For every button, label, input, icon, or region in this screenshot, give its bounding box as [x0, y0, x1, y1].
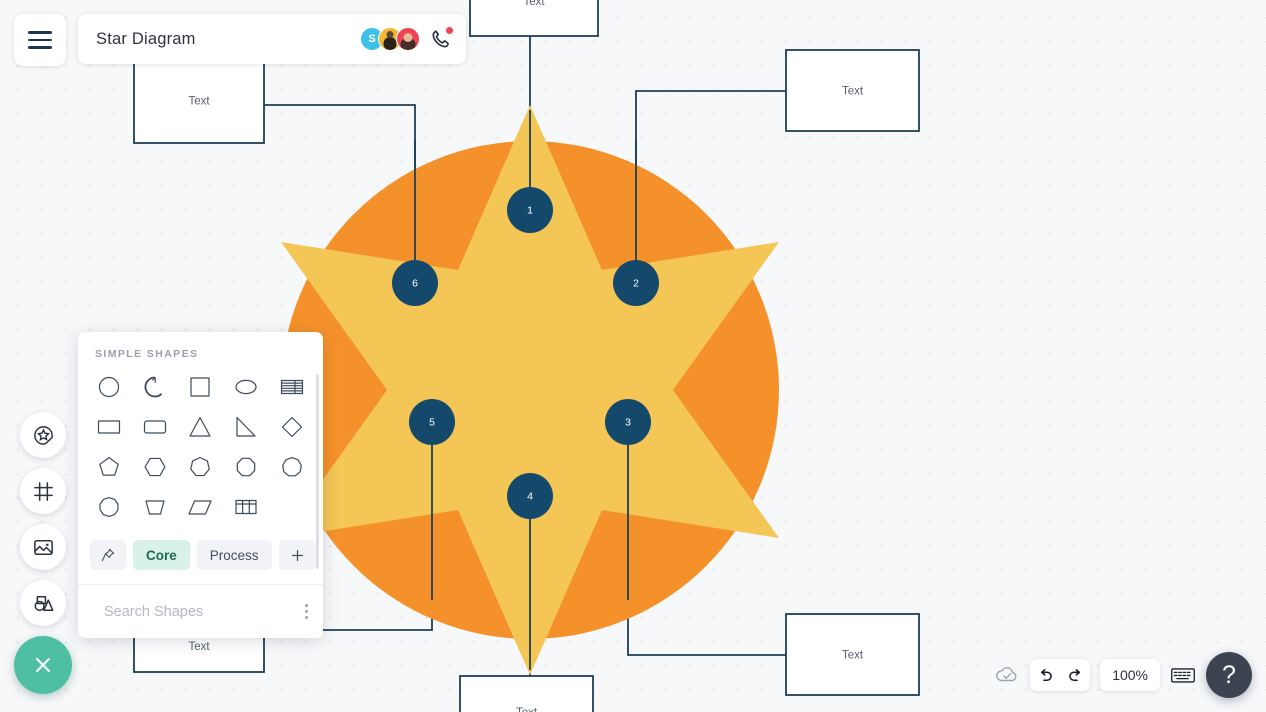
text-box-label: Text	[188, 96, 210, 108]
document-title[interactable]: Star Diagram	[96, 30, 360, 49]
node-badge-6[interactable]: 6	[392, 260, 438, 306]
node-badge-label: 4	[527, 491, 533, 503]
collaborator-avatars: S	[360, 27, 420, 51]
image-icon[interactable]	[20, 524, 66, 570]
shape-right-triangle[interactable]	[223, 410, 269, 444]
text-box-label: Text	[188, 641, 210, 653]
shape-category-tabs: Core Process	[78, 528, 323, 584]
redo-icon[interactable]	[1060, 659, 1090, 691]
node-badge-label: 6	[412, 278, 418, 290]
text-box-label: Text	[842, 650, 864, 662]
shapes-panel: SIMPLE SHAPES Core Process	[78, 332, 323, 638]
node-badge-label: 3	[625, 417, 631, 429]
shape-diamond[interactable]	[269, 410, 315, 444]
text-box[interactable]: Text	[469, 0, 599, 37]
text-box-label: Text	[523, 0, 545, 8]
node-badge-1[interactable]: 1	[507, 187, 553, 233]
dot	[305, 609, 309, 614]
menu-line	[28, 46, 52, 49]
shape-square[interactable]	[178, 370, 224, 404]
tab-add[interactable]	[278, 540, 316, 570]
keyboard-icon[interactable]	[1170, 665, 1196, 685]
cloud-saved-icon[interactable]	[994, 662, 1020, 688]
shape-pentagon[interactable]	[86, 450, 132, 484]
hamburger-menu-icon[interactable]	[14, 14, 66, 66]
node-badge-label: 5	[429, 417, 435, 429]
text-box-label: Text	[516, 707, 538, 712]
more-vertical-icon[interactable]	[301, 600, 312, 624]
shape-nonagon[interactable]	[269, 450, 315, 484]
zoom-level[interactable]: 100%	[1100, 659, 1160, 691]
text-box[interactable]: Text	[133, 57, 265, 144]
menu-line	[28, 38, 52, 42]
bottom-toolbar: 100% ?	[994, 652, 1252, 698]
help-button[interactable]: ?	[1206, 652, 1252, 698]
shape-rectangle[interactable]	[86, 410, 132, 444]
tab-core[interactable]: Core	[133, 540, 190, 570]
shape-ellipse[interactable]	[223, 370, 269, 404]
text-box[interactable]: Text	[785, 613, 920, 696]
shape-triangle[interactable]	[178, 410, 224, 444]
shape-rounded-rectangle[interactable]	[132, 410, 178, 444]
shape-circle[interactable]	[86, 370, 132, 404]
tab-process[interactable]: Process	[196, 540, 272, 570]
shape-parallelogram[interactable]	[178, 490, 224, 524]
close-icon[interactable]	[14, 636, 72, 694]
undo-icon[interactable]	[1030, 659, 1060, 691]
shape-octagon[interactable]	[223, 450, 269, 484]
search-input[interactable]	[104, 603, 291, 620]
tab-pin[interactable]	[90, 540, 126, 570]
node-badge-3[interactable]: 3	[605, 399, 651, 445]
shape-arc[interactable]	[132, 370, 178, 404]
sticker-star-icon[interactable]	[20, 412, 66, 458]
shape-trapezoid[interactable]	[132, 490, 178, 524]
shapes-icon[interactable]	[20, 580, 66, 626]
shape-decagon[interactable]	[86, 490, 132, 524]
shape-heptagon[interactable]	[178, 450, 224, 484]
undo-redo-pill	[1030, 659, 1091, 691]
dot	[305, 603, 309, 607]
shape-search-row	[78, 584, 323, 638]
text-box[interactable]: Text	[459, 675, 594, 712]
avatar[interactable]	[396, 27, 420, 51]
title-bar: Star Diagram S	[78, 14, 466, 64]
panel-scrollbar[interactable]	[315, 374, 319, 569]
frame-icon[interactable]	[20, 468, 66, 514]
node-badge-2[interactable]: 2	[613, 260, 659, 306]
shape-table-grid[interactable]	[223, 490, 269, 524]
text-box-label: Text	[842, 86, 864, 98]
node-badge-label: 1	[527, 205, 533, 217]
text-box[interactable]: Text	[785, 49, 920, 132]
node-badge-4[interactable]: 4	[507, 473, 553, 519]
call-notification-dot	[446, 27, 453, 34]
shape-hexagon[interactable]	[132, 450, 178, 484]
menu-line	[28, 31, 52, 34]
tool-rail	[14, 412, 72, 694]
phone-call-icon[interactable]	[430, 27, 453, 50]
node-badge-label: 2	[633, 278, 639, 290]
dot	[305, 616, 309, 620]
shape-table-striped[interactable]	[269, 370, 315, 404]
node-badge-5[interactable]: 5	[409, 399, 455, 445]
shape-grid	[78, 370, 323, 528]
panel-heading: SIMPLE SHAPES	[95, 348, 199, 360]
